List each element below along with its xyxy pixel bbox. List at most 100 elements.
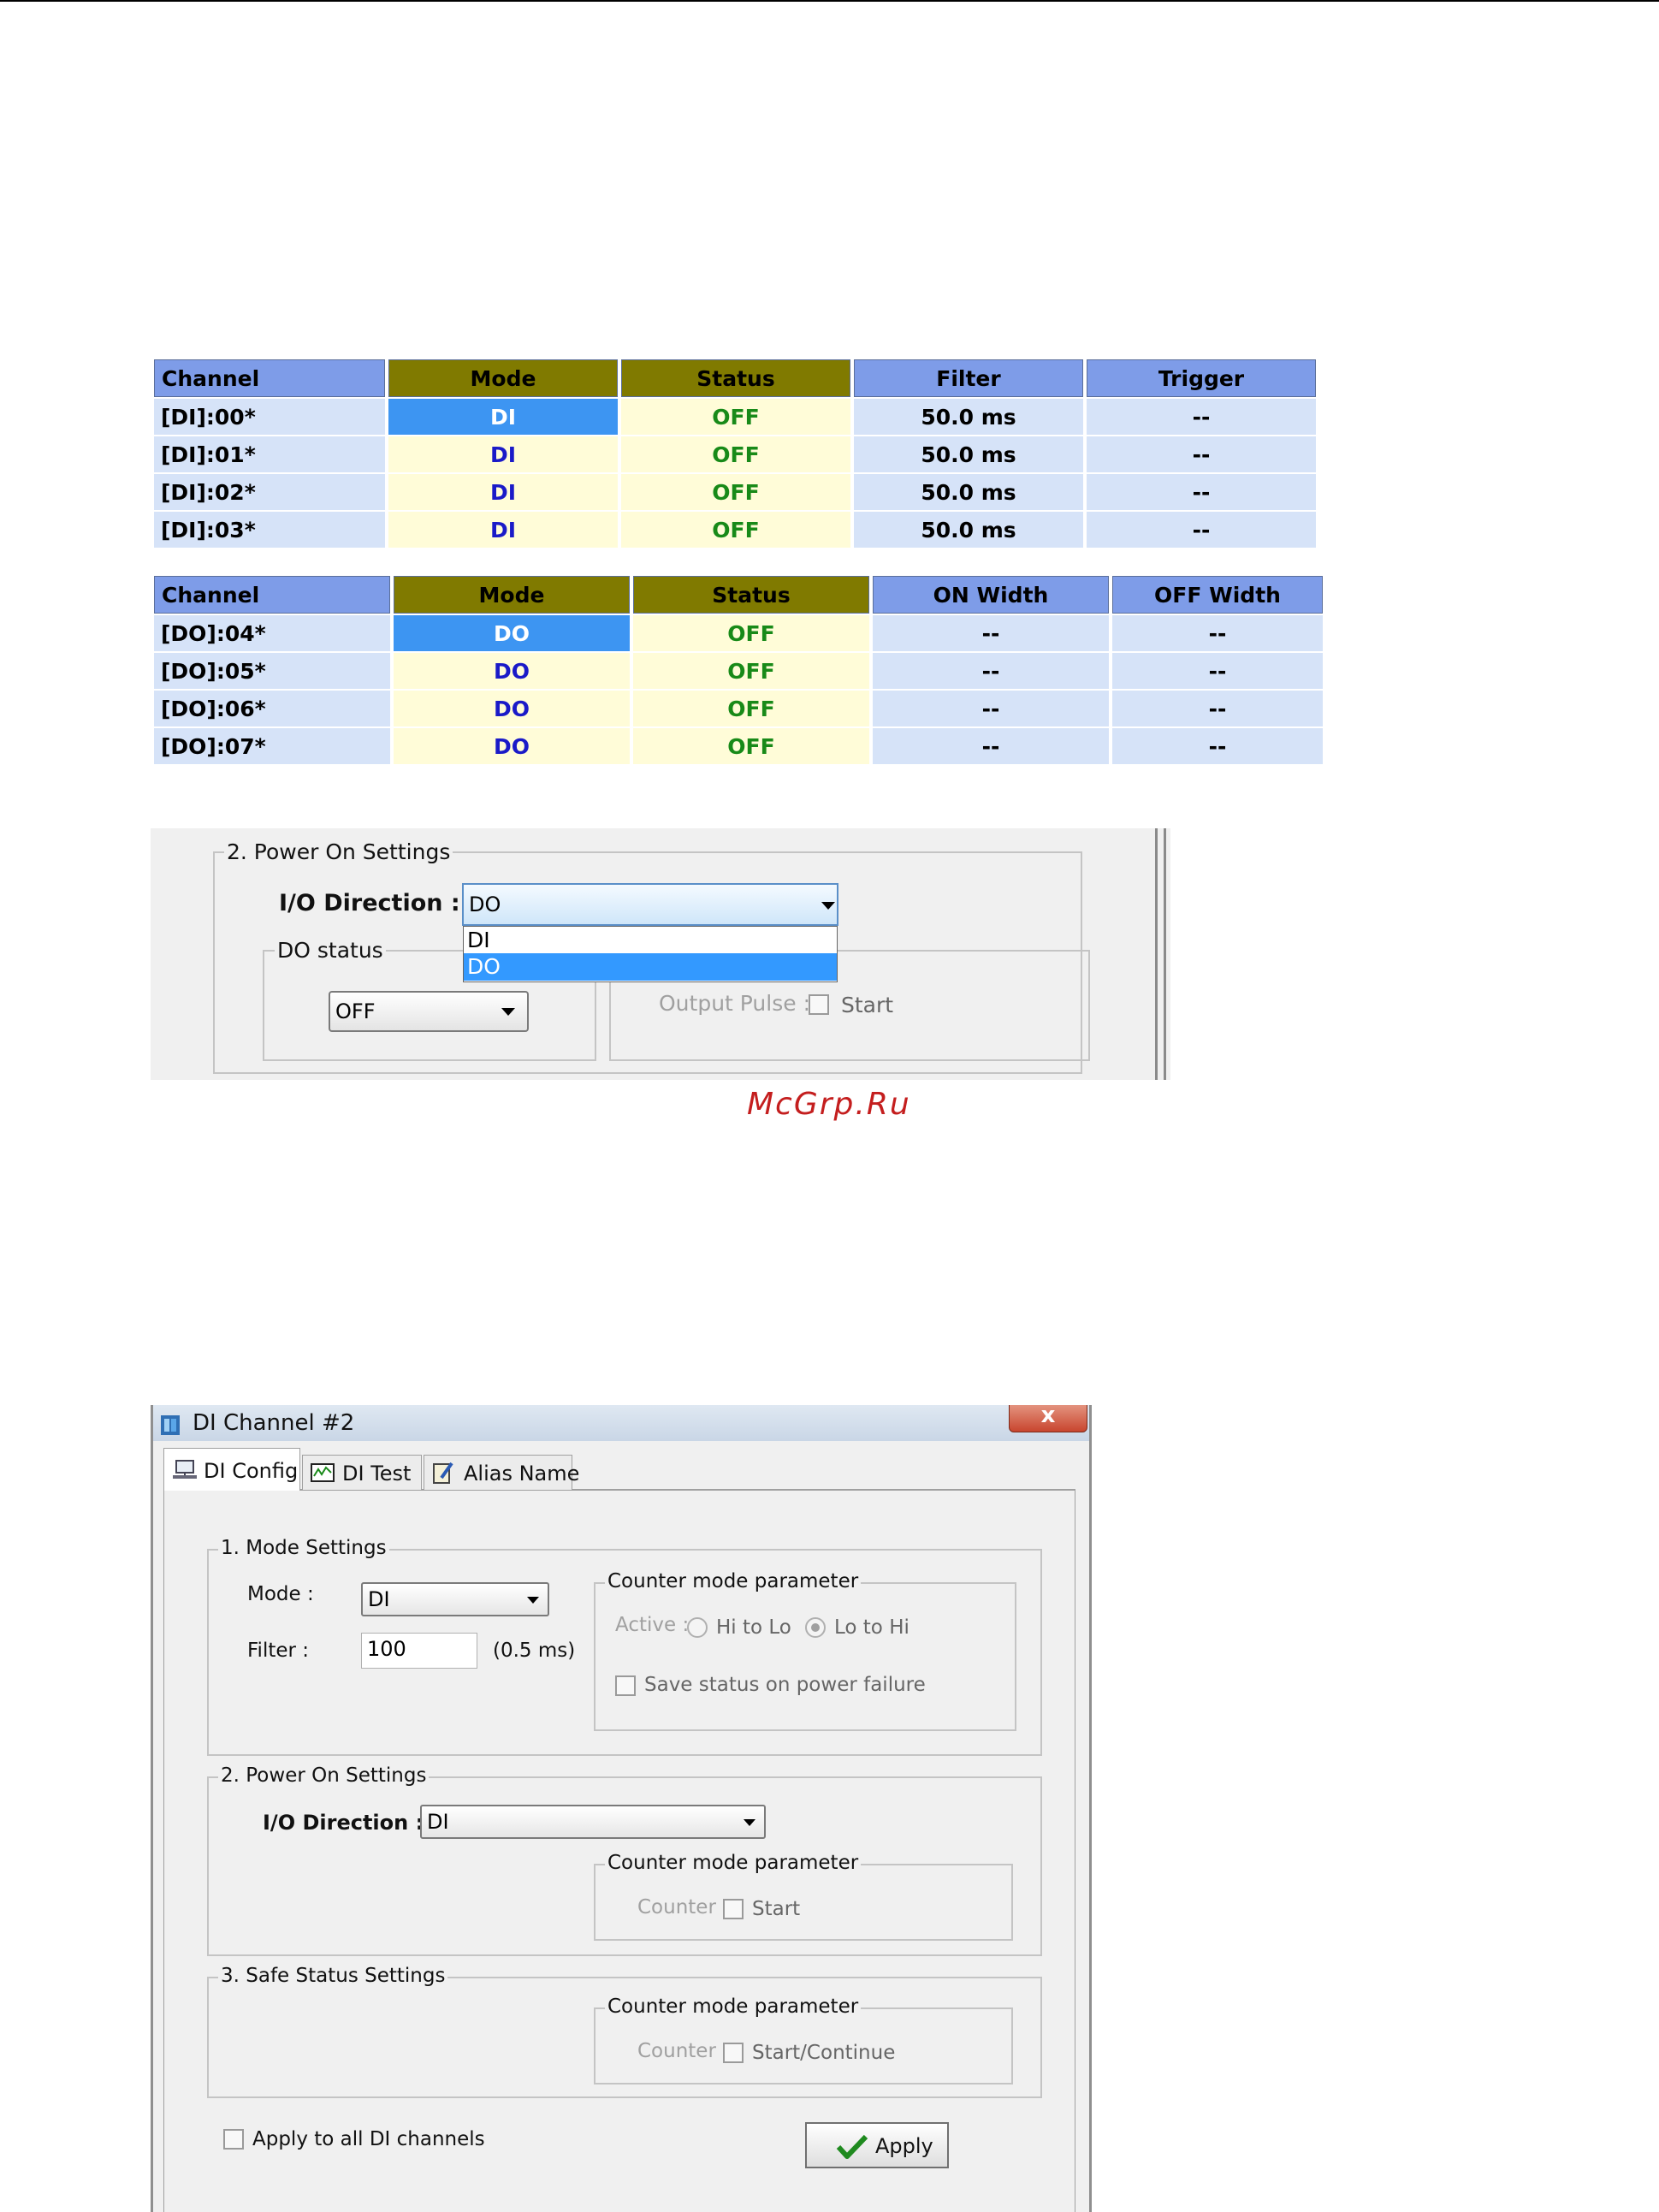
filter-cell[interactable]: 50.0 ms [854, 474, 1083, 510]
header-mode[interactable]: Mode [394, 576, 630, 614]
filter-cell[interactable]: 50.0 ms [854, 436, 1083, 472]
trigger-cell[interactable]: -- [1087, 512, 1316, 548]
tab-di-config[interactable]: DI Config [163, 1448, 300, 1491]
counter-label: Counter : [637, 1896, 729, 1918]
filter-input[interactable]: 100 [361, 1633, 477, 1669]
on-width-cell[interactable]: -- [873, 691, 1109, 726]
close-button[interactable]: x [1009, 1405, 1087, 1432]
hi-to-lo-radio[interactable] [687, 1617, 708, 1638]
header-trigger[interactable]: Trigger [1087, 359, 1316, 397]
counter-params-title: Counter mode parameter [605, 1570, 862, 1592]
window-border [1164, 828, 1166, 1080]
chevron-down-icon[interactable] [527, 1597, 539, 1604]
status-cell[interactable]: OFF [621, 399, 850, 435]
status-cell[interactable]: OFF [621, 436, 850, 472]
dialog-title-bar[interactable]: DI Channel #2 x [153, 1405, 1089, 1441]
filter-cell[interactable]: 50.0 ms [854, 512, 1083, 548]
filter-cell[interactable]: 50.0 ms [854, 399, 1083, 435]
counter-params-title: Counter mode parameter [605, 1996, 862, 2018]
chevron-down-icon[interactable] [501, 1008, 515, 1016]
mode-cell[interactable]: DO [394, 691, 630, 726]
channel-cell: [DO]:06* [154, 691, 390, 726]
status-cell[interactable]: OFF [633, 728, 869, 764]
table-row[interactable]: [DO]:04* DO OFF -- -- [154, 615, 1323, 651]
counter-label: Counter : [637, 2040, 729, 2062]
status-cell[interactable]: OFF [633, 615, 869, 651]
on-width-cell[interactable]: -- [873, 728, 1109, 764]
power-on-settings-panel: 2. Power On Settings I/O Direction : DO … [151, 828, 1170, 1080]
mode-cell[interactable]: DI [388, 512, 618, 548]
tab-label: DI Test [342, 1462, 412, 1486]
trigger-cell[interactable]: -- [1087, 436, 1316, 472]
dropdown-option-di[interactable]: DI [464, 927, 837, 953]
counter-start-checkbox[interactable] [723, 1899, 744, 1919]
do-status-select[interactable]: OFF [329, 991, 529, 1032]
apply-button[interactable]: Apply [805, 2122, 949, 2168]
chevron-down-icon[interactable] [821, 902, 835, 910]
off-width-cell[interactable]: -- [1112, 728, 1323, 764]
mode-select-value: DI [368, 1587, 390, 1611]
table-row[interactable]: [DO]:06* DO OFF -- -- [154, 691, 1323, 726]
io-direction-value: DI [427, 1810, 449, 1834]
di-table-header: Channel Mode Status Filter Trigger [154, 359, 1316, 397]
table-row[interactable]: [DI]:02* DI OFF 50.0 ms -- [154, 474, 1316, 510]
table-row[interactable]: [DI]:01* DI OFF 50.0 ms -- [154, 436, 1316, 472]
tab-label: DI Config [204, 1459, 299, 1483]
off-width-cell[interactable]: -- [1112, 615, 1323, 651]
off-width-cell[interactable]: -- [1112, 691, 1323, 726]
save-status-checkbox[interactable] [615, 1675, 636, 1696]
dropdown-option-do[interactable]: DO [464, 953, 837, 981]
table-row[interactable]: [DO]:05* DO OFF -- -- [154, 653, 1323, 689]
table-row[interactable]: [DI]:00* DI OFF 50.0 ms -- [154, 399, 1316, 435]
checkmark-icon [836, 2134, 868, 2159]
window-border [1155, 828, 1158, 1080]
on-width-cell[interactable]: -- [873, 615, 1109, 651]
status-cell[interactable]: OFF [621, 512, 850, 548]
meter-icon [311, 1463, 335, 1482]
status-cell[interactable]: OFF [633, 691, 869, 726]
header-mode[interactable]: Mode [388, 359, 618, 397]
mode-cell[interactable]: DI [388, 436, 618, 472]
counter-start-continue-checkbox[interactable] [723, 2043, 744, 2063]
apply-button-label: Apply [875, 2134, 933, 2158]
header-off-width[interactable]: OFF Width [1112, 576, 1323, 614]
lo-to-hi-label: Lo to Hi [834, 1616, 909, 1639]
status-cell[interactable]: OFF [633, 653, 869, 689]
chevron-down-icon[interactable] [744, 1819, 755, 1826]
output-pulse-start-checkbox[interactable] [809, 994, 829, 1015]
page-top-rule [0, 0, 1659, 2]
mode-cell[interactable]: DO [394, 653, 630, 689]
status-cell[interactable]: OFF [621, 474, 850, 510]
header-on-width[interactable]: ON Width [873, 576, 1109, 614]
safe-status-title: 3. Safe Status Settings [218, 1965, 448, 1987]
header-status[interactable]: Status [621, 359, 850, 397]
tab-di-test[interactable]: DI Test [302, 1455, 422, 1490]
on-width-cell[interactable]: -- [873, 653, 1109, 689]
lo-to-hi-radio[interactable] [805, 1617, 826, 1638]
io-direction-select[interactable]: DI [420, 1805, 766, 1839]
apply-all-checkbox[interactable] [223, 2129, 244, 2150]
app-icon [161, 1415, 180, 1435]
power-on-group-title: 2. Power On Settings [224, 839, 453, 864]
do-channel-table: Channel Mode Status ON Width OFF Width [… [151, 574, 1326, 766]
mode-cell[interactable]: DI [388, 474, 618, 510]
table-row[interactable]: [DO]:07* DO OFF -- -- [154, 728, 1323, 764]
channel-cell: [DI]:03* [154, 512, 385, 548]
channel-cell: [DO]:04* [154, 615, 390, 651]
counter-params-title: Counter mode parameter [605, 1852, 862, 1874]
mode-cell[interactable]: DI [388, 399, 618, 435]
mode-cell[interactable]: DO [394, 728, 630, 764]
header-channel[interactable]: Channel [154, 359, 385, 397]
tab-alias-name[interactable]: Alias Name [424, 1455, 579, 1490]
filter-unit: (0.5 ms) [493, 1640, 576, 1662]
table-row[interactable]: [DI]:03* DI OFF 50.0 ms -- [154, 512, 1316, 548]
header-channel[interactable]: Channel [154, 576, 390, 614]
mode-select[interactable]: DI [361, 1582, 549, 1616]
io-direction-select[interactable]: DO [462, 883, 838, 926]
header-filter[interactable]: Filter [854, 359, 1083, 397]
mode-cell[interactable]: DO [394, 615, 630, 651]
trigger-cell[interactable]: -- [1087, 399, 1316, 435]
trigger-cell[interactable]: -- [1087, 474, 1316, 510]
off-width-cell[interactable]: -- [1112, 653, 1323, 689]
header-status[interactable]: Status [633, 576, 869, 614]
